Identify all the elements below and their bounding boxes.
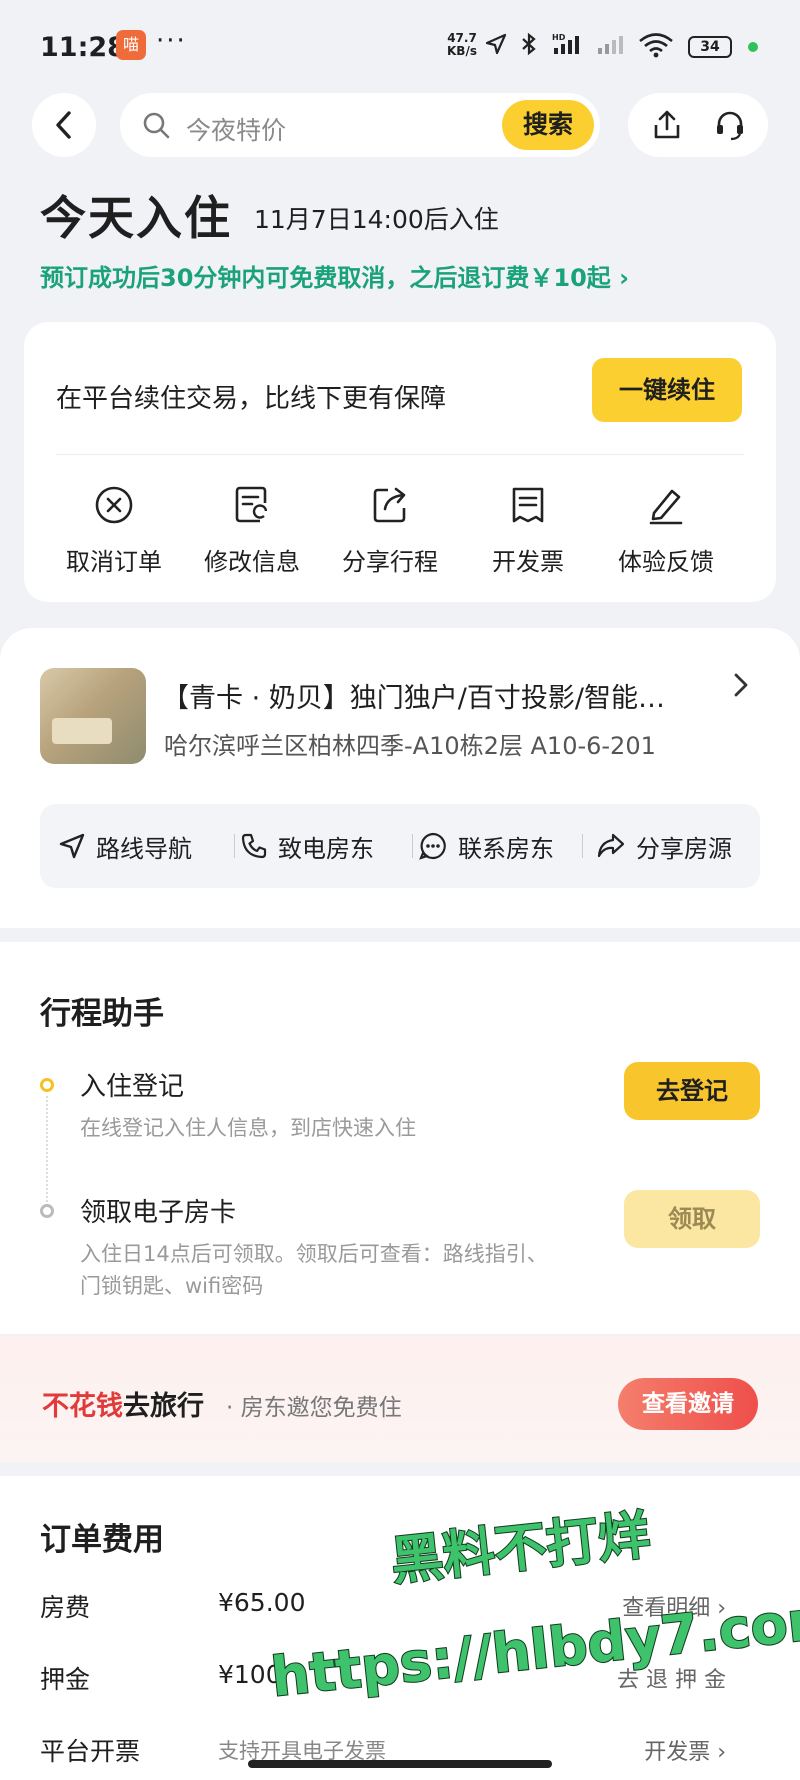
- contact-bar: 路线导航 致电房东 联系房东 分享房源: [40, 804, 760, 888]
- location-icon: [484, 32, 508, 62]
- section-title: 行程助手: [40, 996, 164, 1032]
- header-actions: [628, 93, 768, 157]
- section-title: 订单费用: [40, 1522, 164, 1558]
- promo-banner[interactable]: 不花钱去旅行 · 房东邀您免费住 查看邀请: [0, 1336, 800, 1462]
- step-title: 领取电子房卡: [80, 1198, 237, 1228]
- search-button[interactable]: 搜索: [502, 100, 594, 150]
- bluetooth-icon: [518, 32, 540, 62]
- signal-weak-icon: [596, 32, 628, 62]
- action-label: 取消订单: [66, 548, 162, 576]
- route-navigation-button[interactable]: 路线导航: [58, 804, 192, 888]
- search-icon: [143, 112, 170, 139]
- share-icon: [597, 833, 625, 858]
- step-connector: [46, 1096, 48, 1206]
- share-upload-icon[interactable]: [652, 109, 682, 145]
- message-host-button[interactable]: 联系房东: [418, 804, 554, 888]
- navigation-icon: [59, 833, 85, 859]
- share-arrow-icon: [373, 487, 406, 523]
- chat-icon: [419, 832, 446, 860]
- edit-doc-icon: [235, 486, 268, 523]
- search-bar[interactable]: 今夜特价 搜索: [120, 93, 600, 157]
- view-invitation-button[interactable]: 查看邀请: [618, 1378, 758, 1430]
- network-speed: 47.7 KB/s: [447, 31, 477, 58]
- listing-address: 哈尔滨呼兰区柏林四季-A10栋2层 A10-6-201: [164, 732, 656, 760]
- signal-hd-icon: HD: [552, 32, 588, 62]
- chevron-right-icon[interactable]: [732, 670, 750, 708]
- share-listing-button[interactable]: 分享房源: [596, 804, 732, 888]
- cancel-order-button[interactable]: 取消订单: [44, 482, 184, 577]
- fee-label: 平台开票: [40, 1737, 141, 1766]
- search-input[interactable]: 今夜特价: [186, 111, 286, 147]
- issue-invoice-link[interactable]: 开发票 ›: [644, 1734, 726, 1766]
- home-indicator[interactable]: [248, 1760, 552, 1768]
- fee-label: 房费: [40, 1593, 91, 1622]
- listing-thumbnail[interactable]: [40, 668, 146, 764]
- status-bar: 11:28 喵 ··· 47.7 KB/s HD 34: [0, 0, 800, 92]
- action-label: 修改信息: [204, 548, 300, 576]
- pen-feedback-icon: [649, 489, 683, 525]
- status-time: 11:28: [40, 32, 126, 63]
- step-desc: 门锁钥匙、wifi密码: [80, 1274, 264, 1298]
- promo-subtitle: · 房东邀您免费住: [226, 1395, 402, 1421]
- divider: [56, 454, 744, 455]
- share-trip-button[interactable]: 分享行程: [320, 482, 460, 577]
- more-notifications-icon: ···: [156, 26, 187, 56]
- call-host-button[interactable]: 致电房东: [240, 804, 374, 888]
- back-button[interactable]: [32, 93, 96, 157]
- cancel-circle-icon: [95, 486, 133, 524]
- listing-title[interactable]: 【青卡 · 奶贝】独门独户/百寸投影/智能…: [162, 676, 722, 715]
- action-label: 分享行程: [342, 548, 438, 576]
- step-desc: 入住日14点后可领取。领取后可查看：路线指引、: [80, 1242, 548, 1266]
- invoice-icon: [512, 487, 544, 523]
- itinerary-card: 行程助手 入住登记 在线登记入住人信息，到店快速入住 去登记 领取电子房卡 入住…: [0, 942, 800, 1334]
- step-pending-dot: [40, 1204, 54, 1218]
- fee-value: ¥65.00: [218, 1588, 306, 1617]
- battery-icon: 34: [688, 36, 732, 58]
- svg-text:HD: HD: [552, 33, 566, 42]
- renew-text: 在平台续住交易，比线下更有保障: [56, 384, 447, 414]
- wifi-icon: [638, 32, 674, 64]
- fee-label: 押金: [40, 1665, 91, 1694]
- renew-button[interactable]: 一键续住: [592, 358, 742, 422]
- listing-card: 【青卡 · 奶贝】独门独户/百寸投影/智能… 哈尔滨呼兰区柏林四季-A10栋2层…: [0, 628, 800, 928]
- step-active-dot: [40, 1078, 54, 1092]
- customer-service-icon[interactable]: [714, 109, 746, 145]
- register-button[interactable]: 去登记: [624, 1062, 760, 1120]
- promo-title: 不花钱去旅行: [42, 1391, 204, 1422]
- modify-info-button[interactable]: 修改信息: [182, 482, 322, 577]
- action-label: 开发票: [492, 548, 564, 576]
- active-indicator-icon: [748, 42, 758, 52]
- get-room-card-button[interactable]: 领取: [624, 1190, 760, 1248]
- phone-icon: [241, 833, 267, 859]
- back-arrow-icon: [56, 111, 71, 139]
- order-actions-card: 在平台续住交易，比线下更有保障 一键续住 取消订单 修改信息 分享行程 开发票 …: [24, 322, 776, 602]
- action-label: 体验反馈: [618, 548, 714, 576]
- cancel-policy-link[interactable]: 预订成功后30分钟内可免费取消，之后退订费￥10起 ›: [40, 258, 629, 293]
- invoice-button[interactable]: 开发票: [458, 482, 598, 577]
- step-title: 入住登记: [80, 1072, 185, 1102]
- checkin-time: 11月7日14:00后入住: [254, 205, 499, 234]
- feedback-button[interactable]: 体验反馈: [596, 482, 736, 577]
- page-title: 今天入住: [40, 191, 232, 245]
- step-desc: 在线登记入住人信息，到店快速入住: [80, 1116, 416, 1140]
- app-notification-icon: 喵: [116, 30, 146, 60]
